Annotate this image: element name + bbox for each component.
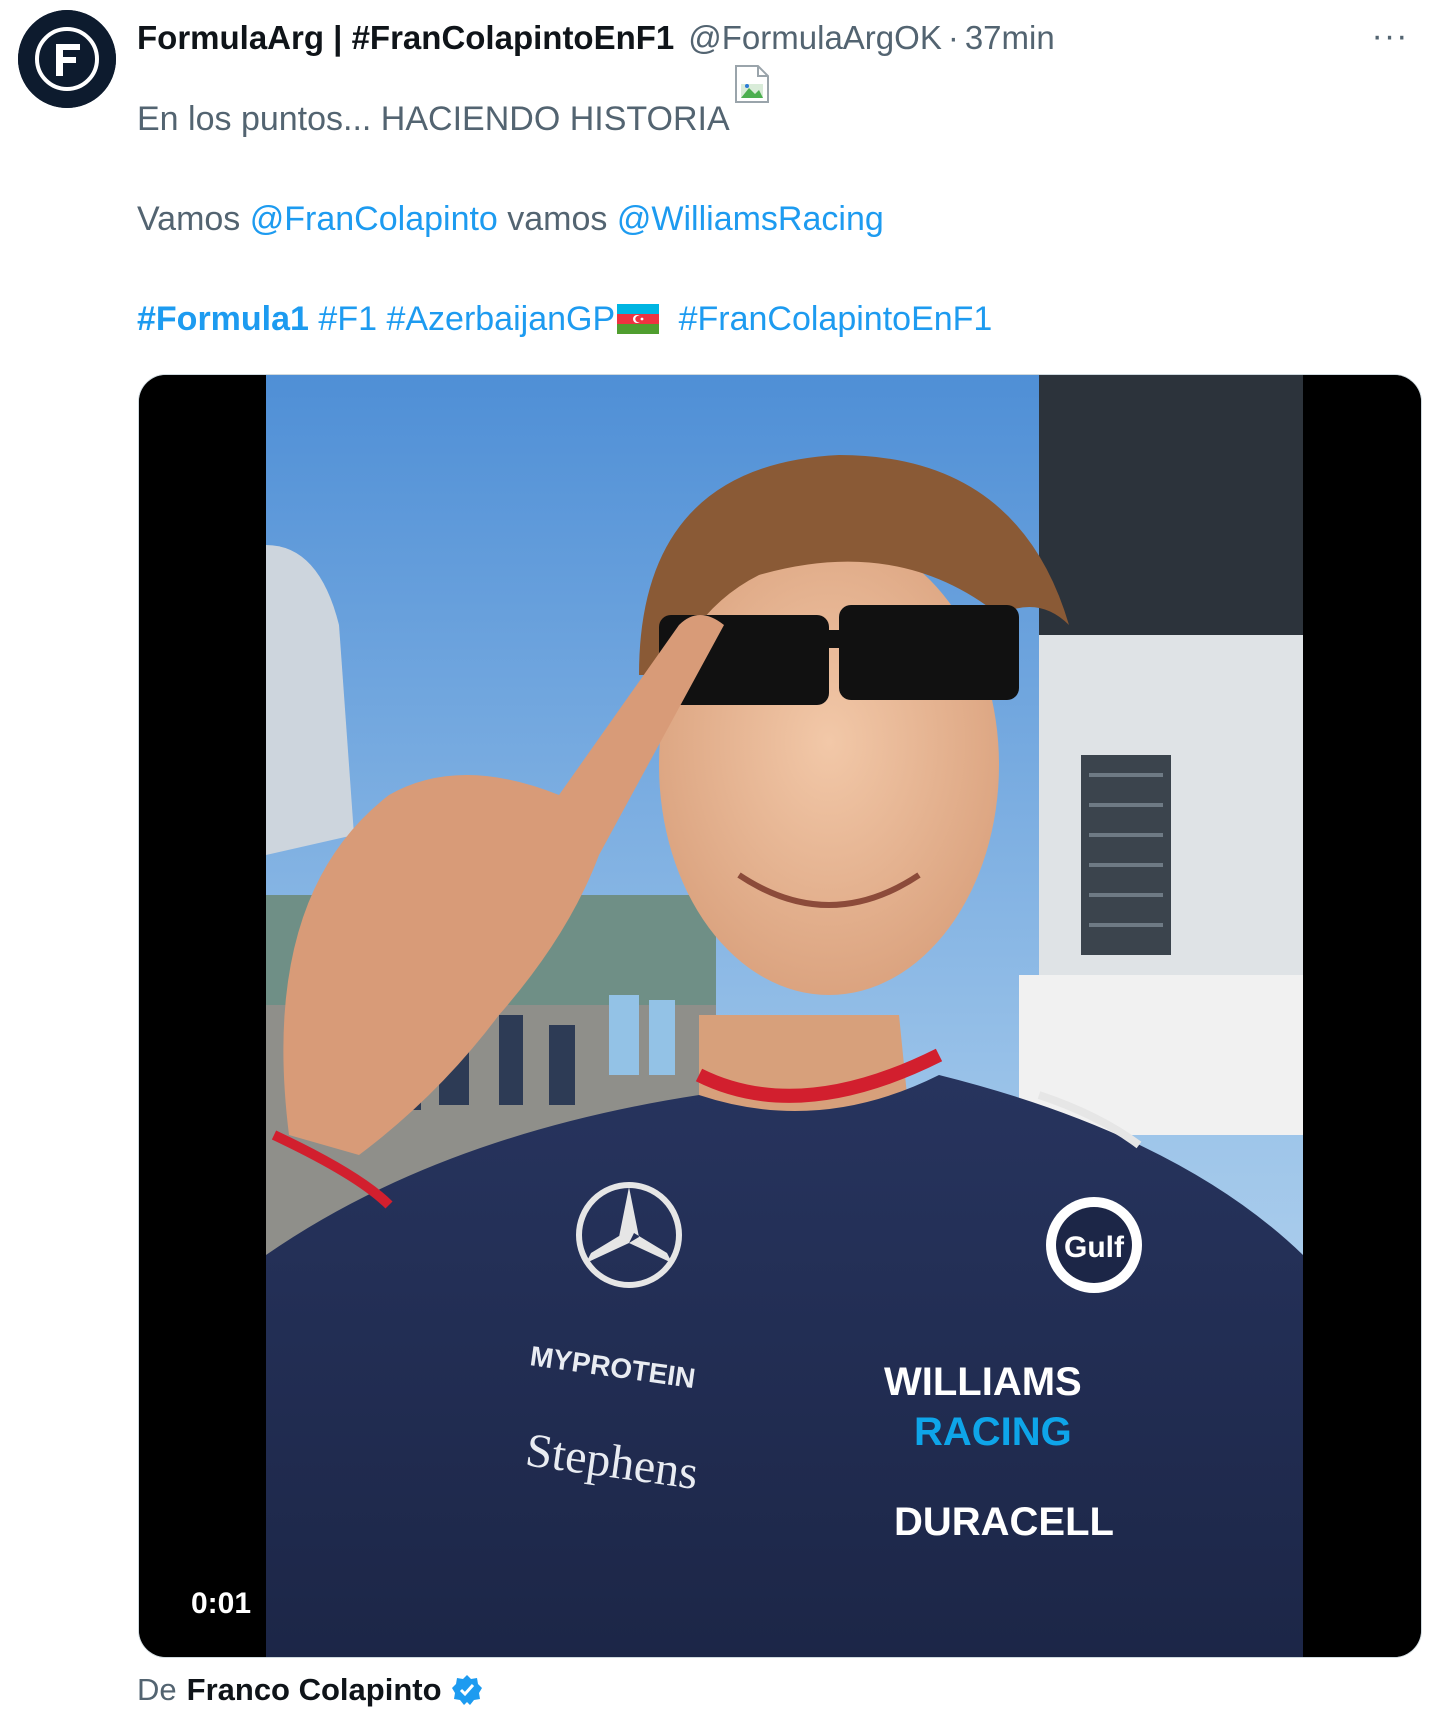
broken-image-icon <box>734 64 772 104</box>
formulaarg-logo-icon <box>18 10 116 108</box>
tweet-hashtags: #Formula1 #F1 #AzerbaijanGP #FranColapin… <box>137 300 992 339</box>
mention-francolapinto[interactable]: @FranColapinto <box>250 200 498 238</box>
azerbaijan-flag-icon <box>617 304 660 335</box>
jersey-text-duracell: DURACELL <box>894 1500 1114 1544</box>
video-attribution: De Franco Colapinto <box>137 1672 484 1708</box>
jersey-text-racing: RACING <box>914 1410 1072 1454</box>
hashtag-francolapintoenf1[interactable]: #FranColapintoEnF1 <box>679 300 993 338</box>
tweet-header: FormulaArg | #FranColapintoEnF1 @Formula… <box>137 14 1055 62</box>
avatar[interactable] <box>18 10 116 108</box>
vamos-text: Vamos <box>137 200 250 238</box>
tweet-text-line-2: Vamos @FranColapinto vamos @WilliamsRaci… <box>137 200 884 239</box>
mention-williamsracing[interactable]: @WilliamsRacing <box>617 200 884 238</box>
separator-dot: · <box>947 19 959 56</box>
attribution-prefix: De <box>137 1672 177 1707</box>
jersey-text-williams: WILLIAMS <box>884 1360 1082 1404</box>
hashtag-f1[interactable]: #F1 <box>318 300 377 338</box>
video-frame: Gulf MYPROTEIN Stephens WILLIAMS RACING … <box>139 375 1421 1657</box>
tweet-time[interactable]: 37min <box>965 19 1055 57</box>
author-name[interactable]: FormulaArg | #FranColapintoEnF1 <box>137 19 674 57</box>
author-handle[interactable]: @FormulaArgOK <box>688 19 942 57</box>
hashtag-formula1[interactable]: #Formula1 <box>137 300 309 338</box>
tweet-headline: En los puntos... HACIENDO HISTORIA <box>137 100 730 138</box>
tweet[interactable]: FormulaArg | #FranColapintoEnF1 @Formula… <box>0 0 1440 1718</box>
vamos-text-2: vamos <box>497 200 617 238</box>
video-timestamp: 0:01 <box>183 1585 260 1623</box>
verified-badge-icon <box>450 1673 484 1707</box>
video-player[interactable]: Gulf MYPROTEIN Stephens WILLIAMS RACING … <box>138 374 1422 1658</box>
hashtag-azerbaijangp[interactable]: #AzerbaijanGP <box>386 300 615 338</box>
attribution-name[interactable]: Franco Colapinto <box>187 1672 442 1708</box>
tweet-text-line-1: En los puntos... HACIENDO HISTORIA <box>137 65 772 139</box>
more-options-icon[interactable]: ··· <box>1366 17 1414 55</box>
gulf-logo-text: Gulf <box>1064 1231 1125 1264</box>
